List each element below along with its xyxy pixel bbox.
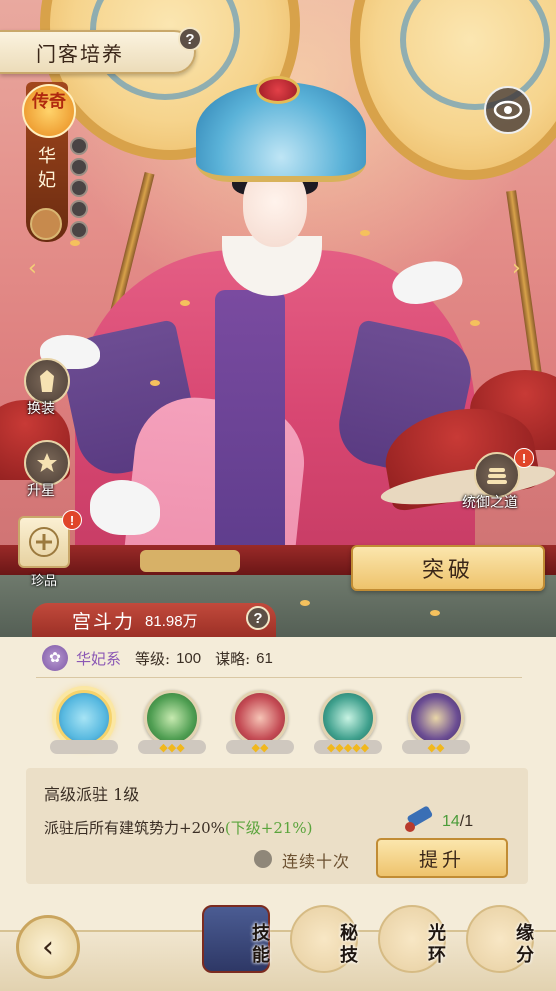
ingot-skill-icon [408,690,464,746]
ten-times-checkbox[interactable] [254,850,272,868]
nav-tab-fate[interactable]: 缘分 [466,905,542,979]
skill-stars: ◆◆◆ [138,740,206,754]
back-button[interactable]: ‹ [16,915,80,979]
dancer-skill-icon [56,690,112,746]
petal [70,240,80,246]
skill-slot-5[interactable]: ◆◆ [398,688,474,768]
nav-tab-label: 光环 [428,923,446,966]
character-seal-icon [30,208,62,240]
level-value: 100 [176,649,202,667]
skill-scroll-icon [405,806,433,832]
faction-info-row: ✿ 华妃系 等级: 100 谋略: 61 [42,643,287,673]
nav-tab-label: 秘技 [340,923,358,966]
petal [180,300,190,306]
skill-stars: ◆◆ [226,740,294,754]
page-title-plate: 门客培养 [0,30,196,74]
dress-skill-icon [232,690,288,746]
skill-detail-desc: 派驻后所有建筑势力+20%(下级+21%) [44,817,334,839]
nav-tab-skills[interactable]: 技能 [202,905,278,979]
treasure-label: 珍品 [31,574,58,589]
petal [430,610,440,616]
skill-slot-3[interactable]: ◆◆ [222,688,298,768]
outfit-label: 换装 [27,401,55,417]
back-arrow-icon: ‹ [42,929,54,965]
treasure-alert-badge: ! [62,510,82,530]
help-icon[interactable]: ? [178,27,202,51]
level-label: 等级: [135,649,171,668]
rule-way-alert-badge: ! [514,448,534,468]
star-flower-icon [70,137,88,155]
skill-stars: ◆◆ [402,740,470,754]
petal [470,320,480,326]
next-character-arrow-icon[interactable]: › [512,256,521,281]
prev-character-arrow-icon[interactable]: ‹ [28,256,37,281]
rarity-badge: 传奇 [22,84,76,138]
scroll-owned: 14 [442,813,460,830]
faction-name: 华妃系 [76,649,122,668]
nav-tab-secret-skills[interactable]: 秘技 [290,905,366,979]
divider [36,677,522,678]
scroll-required: /1 [459,813,474,830]
power-tab: 宫斗力 81.98万 [32,603,276,637]
power-value: 81.98万 [145,612,198,630]
book-skill-icon [320,690,376,746]
star-flower-icon [70,221,88,239]
scroll-count: 14/1 [442,813,473,831]
rule-way-label: 统御之道 [462,495,518,511]
petal [150,380,160,386]
robe-icon [40,370,54,392]
page-title: 门客培养 [36,41,124,66]
ten-times-label: 连续十次 [282,852,351,871]
view-toggle-button[interactable] [484,86,532,134]
skill-detail-title: 高级派驻 1级 [44,785,140,804]
breakthrough-button[interactable]: 突破 [351,545,545,591]
strategy-value: 61 [256,649,273,667]
character-scene [0,0,556,640]
nav-tab-label: 技能 [252,923,270,966]
character-name: 华妃 [38,146,56,191]
skill-slot-1[interactable] [46,688,122,768]
star-flower-icon [70,179,88,197]
petal [360,230,370,236]
power-label: 宫斗力 [72,610,136,633]
eye-icon [493,100,523,120]
treasure-plus-icon [29,527,59,557]
star-flower-icon [70,158,88,176]
railing-ornament [140,550,240,572]
petal [300,600,310,606]
star-icon [37,453,57,472]
skill-stars: ◆◆◆◆◆ [314,740,382,754]
next-level-effect: (下级+21%) [224,819,313,837]
crown-jewel [256,76,300,104]
nav-tab-aura[interactable]: 光环 [378,905,454,979]
skill-slot-2[interactable]: ◆◆◆ [134,688,210,768]
stacked-scroll-icon [487,468,507,484]
strategy-label: 谋略: [215,649,251,668]
nav-tab-label: 缘分 [516,923,534,966]
upgrade-button[interactable]: 提升 [376,838,508,878]
faction-flower-icon: ✿ [42,645,68,671]
star-flower-icon [70,200,88,218]
star-up-label: 升星 [27,483,55,499]
skill-effect: 派驻后所有建筑势力+20% [44,819,225,837]
skill-slot-4[interactable]: ◆◆◆◆◆ [310,688,386,768]
power-help-icon[interactable]: ? [246,606,270,630]
shield-skill-icon [144,690,200,746]
skill-stars [50,740,118,754]
